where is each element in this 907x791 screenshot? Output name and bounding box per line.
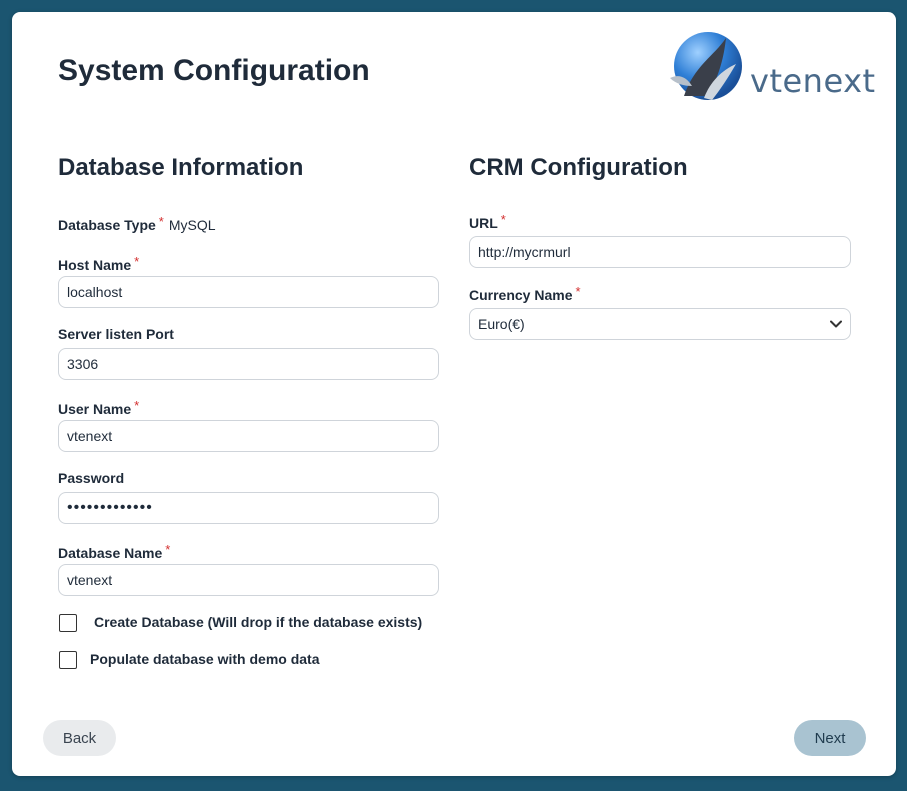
currency-label: Currency Name * xyxy=(469,284,581,303)
currency-select[interactable]: Euro(€) xyxy=(469,308,851,340)
required-marker: * xyxy=(134,398,140,413)
dbname-label: Database Name * xyxy=(58,542,170,561)
create-db-label: Create Database (Will drop if the databa… xyxy=(94,614,423,630)
user-label: User Name * xyxy=(58,398,139,417)
url-label-text: URL xyxy=(469,215,498,231)
required-marker: * xyxy=(500,212,506,227)
db-type-label: Database Type * MySQL xyxy=(58,214,216,233)
db-type-label-text: Database Type xyxy=(58,217,156,233)
host-label-text: Host Name xyxy=(58,257,132,273)
required-marker: * xyxy=(165,542,171,557)
vtenext-logo: vtenext xyxy=(664,26,876,110)
demo-data-label: Populate database with demo data xyxy=(90,651,320,667)
page-title: System Configuration xyxy=(58,54,370,87)
database-section-title: Database Information xyxy=(58,154,304,181)
demo-data-checkbox[interactable] xyxy=(59,651,77,669)
required-marker: * xyxy=(575,284,581,299)
currency-selected-value: Euro(€) xyxy=(478,316,525,332)
db-type-value: MySQL xyxy=(168,217,216,233)
crm-section-title: CRM Configuration xyxy=(469,154,688,181)
user-input[interactable] xyxy=(58,420,439,452)
next-button[interactable]: Next xyxy=(794,720,866,756)
url-input[interactable] xyxy=(469,236,851,268)
logo-text: vtenext xyxy=(750,62,876,100)
password-label: Password xyxy=(58,470,125,486)
back-button[interactable]: Back xyxy=(43,720,116,756)
port-input[interactable] xyxy=(58,348,439,380)
port-label: Server listen Port xyxy=(58,326,174,342)
config-card: System Configuration vtenext Database In… xyxy=(12,12,896,776)
host-label: Host Name * xyxy=(58,254,139,273)
host-input[interactable] xyxy=(58,276,439,308)
user-label-text: User Name xyxy=(58,401,132,417)
dbname-input[interactable] xyxy=(58,564,439,596)
required-marker: * xyxy=(158,214,164,229)
url-label: URL * xyxy=(469,212,506,231)
create-db-checkbox[interactable] xyxy=(59,614,77,632)
dbname-label-text: Database Name xyxy=(58,545,163,561)
whale-globe-icon xyxy=(670,32,742,100)
currency-label-text: Currency Name xyxy=(469,287,573,303)
password-input[interactable] xyxy=(58,492,439,524)
required-marker: * xyxy=(134,254,140,269)
chevron-down-icon xyxy=(830,320,842,328)
